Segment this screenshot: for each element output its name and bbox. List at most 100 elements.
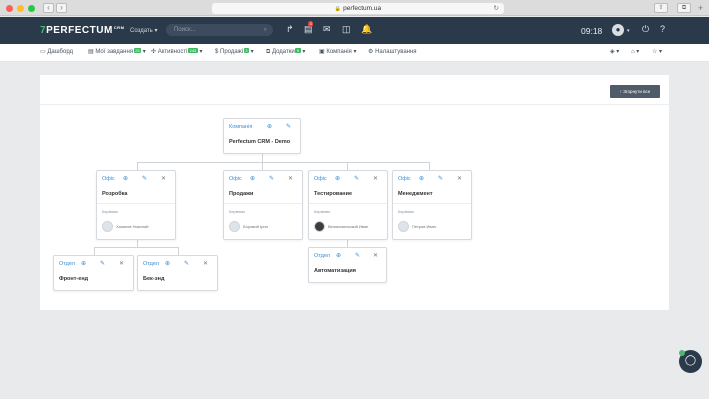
power-icon[interactable]: ⏻ <box>642 23 649 35</box>
node-title: Фронт-енд <box>59 276 89 282</box>
node-type[interactable]: Офіс <box>102 176 115 182</box>
add-icon[interactable]: ⊕ <box>419 176 424 182</box>
edit-icon[interactable]: ✎ <box>355 253 360 259</box>
head-label: Керівник <box>102 209 118 214</box>
home-icon[interactable]: ⌂ ▾ <box>631 48 639 56</box>
close-icon[interactable]: ✕ <box>161 176 166 182</box>
logo-sup: CRM <box>113 25 125 30</box>
edit-icon[interactable]: ✎ <box>354 176 359 182</box>
menu-label: Компанія <box>326 49 352 55</box>
share-arrow-icon[interactable]: ↱ <box>286 23 294 35</box>
org-node-office[interactable]: Офіс ⊕ ✎ ✕ Менеджмент Керівник Петров Ив… <box>392 170 472 240</box>
close-icon[interactable]: ✕ <box>373 176 378 182</box>
node-divider <box>224 203 302 204</box>
menu-sales[interactable]: $ Продажі 3 ▾ <box>215 48 254 56</box>
new-tab-icon[interactable]: + <box>698 4 703 13</box>
add-icon[interactable]: ⊕ <box>335 176 340 182</box>
chevron-down-icon[interactable]: ▾ <box>627 25 630 37</box>
edit-icon[interactable]: ✎ <box>269 176 274 182</box>
avatar <box>102 221 113 232</box>
menu-company[interactable]: ▣ Компанія ▾ <box>319 48 356 56</box>
share-icon[interactable]: ⇧ <box>654 3 668 13</box>
chat-icon: ◯ <box>684 355 697 366</box>
search-icon: ⌕ <box>263 27 267 33</box>
menu-activities[interactable]: ✣ Активності 243 ▾ <box>151 48 202 56</box>
node-type[interactable]: Отдел <box>314 253 330 259</box>
head-name: Боровий Ірин <box>243 224 268 229</box>
app-logo[interactable]: 7PERFECTUMCRM <box>40 25 124 36</box>
add-icon[interactable]: ⊕ <box>336 253 341 259</box>
close-icon[interactable]: ✕ <box>119 261 124 267</box>
activity-icon: ✣ <box>151 49 157 55</box>
star-icon[interactable]: ☆ ▾ <box>652 48 662 56</box>
layers-icon[interactable]: ◈ ▾ <box>610 48 619 56</box>
node-title: Розробка <box>102 191 128 197</box>
connector-line <box>137 240 138 247</box>
notes-icon[interactable]: ◫ <box>342 23 351 35</box>
bell-icon[interactable]: 🔔 <box>361 23 372 35</box>
node-type[interactable]: Офіс <box>314 176 327 182</box>
head-label: Керівник <box>314 209 330 214</box>
org-node-office[interactable]: Офіс ⊕ ✎ ✕ Розробка Керівник Хазанов Ник… <box>96 170 176 240</box>
connector-line <box>94 247 95 255</box>
edit-icon[interactable]: ✎ <box>286 124 291 130</box>
org-node-department[interactable]: Отдел ⊕ ✎ ✕ Фронт-енд <box>53 255 134 291</box>
menu-dashboard[interactable]: ▭ Дашборд <box>40 48 73 56</box>
head-name: Петров Иван <box>412 224 436 229</box>
menu-apps[interactable]: ⧉ Додатки 5 ▾ <box>266 48 305 56</box>
add-icon[interactable]: ⊕ <box>250 176 255 182</box>
close-icon[interactable]: ✕ <box>203 261 208 267</box>
head-name: Хазанов Николай <box>116 224 149 229</box>
connector-line <box>262 162 263 170</box>
address-bar[interactable]: 🔒 perfectum.ua ↻ <box>212 3 504 14</box>
edit-icon[interactable]: ✎ <box>438 176 443 182</box>
org-node-company[interactable]: Компанія ⊕ ✎ Perfectum CRM - Demo <box>223 118 301 154</box>
zoom-window-button[interactable] <box>28 5 35 12</box>
menu-label: Налаштування <box>375 49 417 55</box>
add-icon[interactable]: ⊕ <box>81 261 86 267</box>
search-input[interactable]: Поиск... ⌕ <box>166 24 273 36</box>
back-icon[interactable]: ‹ <box>43 3 54 13</box>
connector-line <box>137 162 429 163</box>
menu-label: Дашборд <box>47 49 74 55</box>
org-node-department[interactable]: Отдел ⊕ ✎ ✕ Автоматизация <box>308 247 387 283</box>
edit-icon[interactable]: ✎ <box>100 261 105 267</box>
collapse-all-button[interactable]: ↑ Згорнути все <box>610 85 660 98</box>
close-icon[interactable]: ✕ <box>457 176 462 182</box>
edit-icon[interactable]: ✎ <box>184 261 189 267</box>
chat-button[interactable]: ◯ <box>679 350 702 373</box>
node-divider <box>97 203 175 204</box>
close-icon[interactable]: ✕ <box>288 176 293 182</box>
menu-label: Мої завдання <box>95 49 134 55</box>
browser-toolbar: ‹ › 🔒 perfectum.ua ↻ ⇧ ⧉ + <box>0 0 709 16</box>
create-menu[interactable]: Создать ▾ <box>130 27 157 34</box>
node-type[interactable]: Офіс <box>229 176 242 182</box>
menu-settings[interactable]: ⚙ Налаштування <box>368 48 417 56</box>
tabs-icon[interactable]: ⧉ <box>677 3 691 13</box>
reload-icon[interactable]: ↻ <box>494 3 499 14</box>
connector-line <box>429 162 430 170</box>
forward-icon[interactable]: › <box>56 3 67 13</box>
minimize-window-button[interactable] <box>17 5 24 12</box>
menu-my-tasks[interactable]: ▤ Мої завдання 23 ▾ <box>88 48 146 56</box>
node-type[interactable]: Отдел <box>143 261 159 267</box>
node-type[interactable]: Офіс <box>398 176 411 182</box>
node-type[interactable]: Отдел <box>59 261 75 267</box>
collapse-label: Згорнути все <box>623 89 651 94</box>
org-node-office[interactable]: Офіс ⊕ ✎ ✕ Тестирование Керівник Великоз… <box>308 170 388 240</box>
tasks-list-icon: ▤ <box>88 49 94 55</box>
add-icon[interactable]: ⊕ <box>123 176 128 182</box>
close-icon[interactable]: ✕ <box>373 253 378 259</box>
add-icon[interactable]: ⊕ <box>165 261 170 267</box>
org-node-department[interactable]: Отдел ⊕ ✎ ✕ Бек-энд <box>137 255 218 291</box>
node-type[interactable]: Компанія <box>229 124 252 130</box>
edit-icon[interactable]: ✎ <box>142 176 147 182</box>
org-node-office[interactable]: Офіс ⊕ ✎ ✕ Продажи Керівник Боровий Ірин <box>223 170 303 240</box>
logo-text: PERFECTUM <box>46 25 113 36</box>
help-icon[interactable]: ? <box>660 23 665 35</box>
tasks-icon[interactable]: ▤ 3 <box>304 21 314 35</box>
add-icon[interactable]: ⊕ <box>267 124 272 130</box>
user-avatar[interactable]: ● <box>612 24 624 36</box>
close-window-button[interactable] <box>6 5 13 12</box>
mail-icon[interactable]: ✉ <box>323 23 331 35</box>
